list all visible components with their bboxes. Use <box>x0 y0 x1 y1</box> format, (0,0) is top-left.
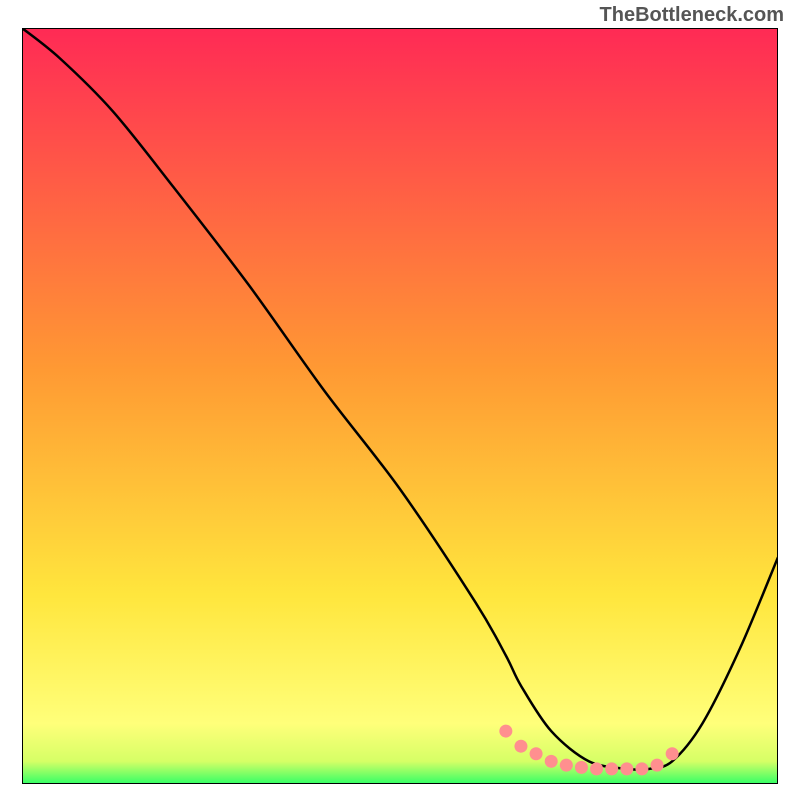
watermark-text: TheBottleneck.com <box>600 4 784 27</box>
marker-point <box>560 759 573 772</box>
chart-container <box>22 28 778 784</box>
gradient-background <box>22 28 778 784</box>
chart-svg <box>22 28 778 784</box>
marker-point <box>651 759 664 772</box>
marker-point <box>590 762 603 775</box>
marker-point <box>545 755 558 768</box>
marker-point <box>620 762 633 775</box>
marker-point <box>635 762 648 775</box>
marker-point <box>605 762 618 775</box>
marker-point <box>514 740 527 753</box>
marker-point <box>575 761 588 774</box>
marker-point <box>530 747 543 760</box>
marker-point <box>666 747 679 760</box>
marker-point <box>499 725 512 738</box>
